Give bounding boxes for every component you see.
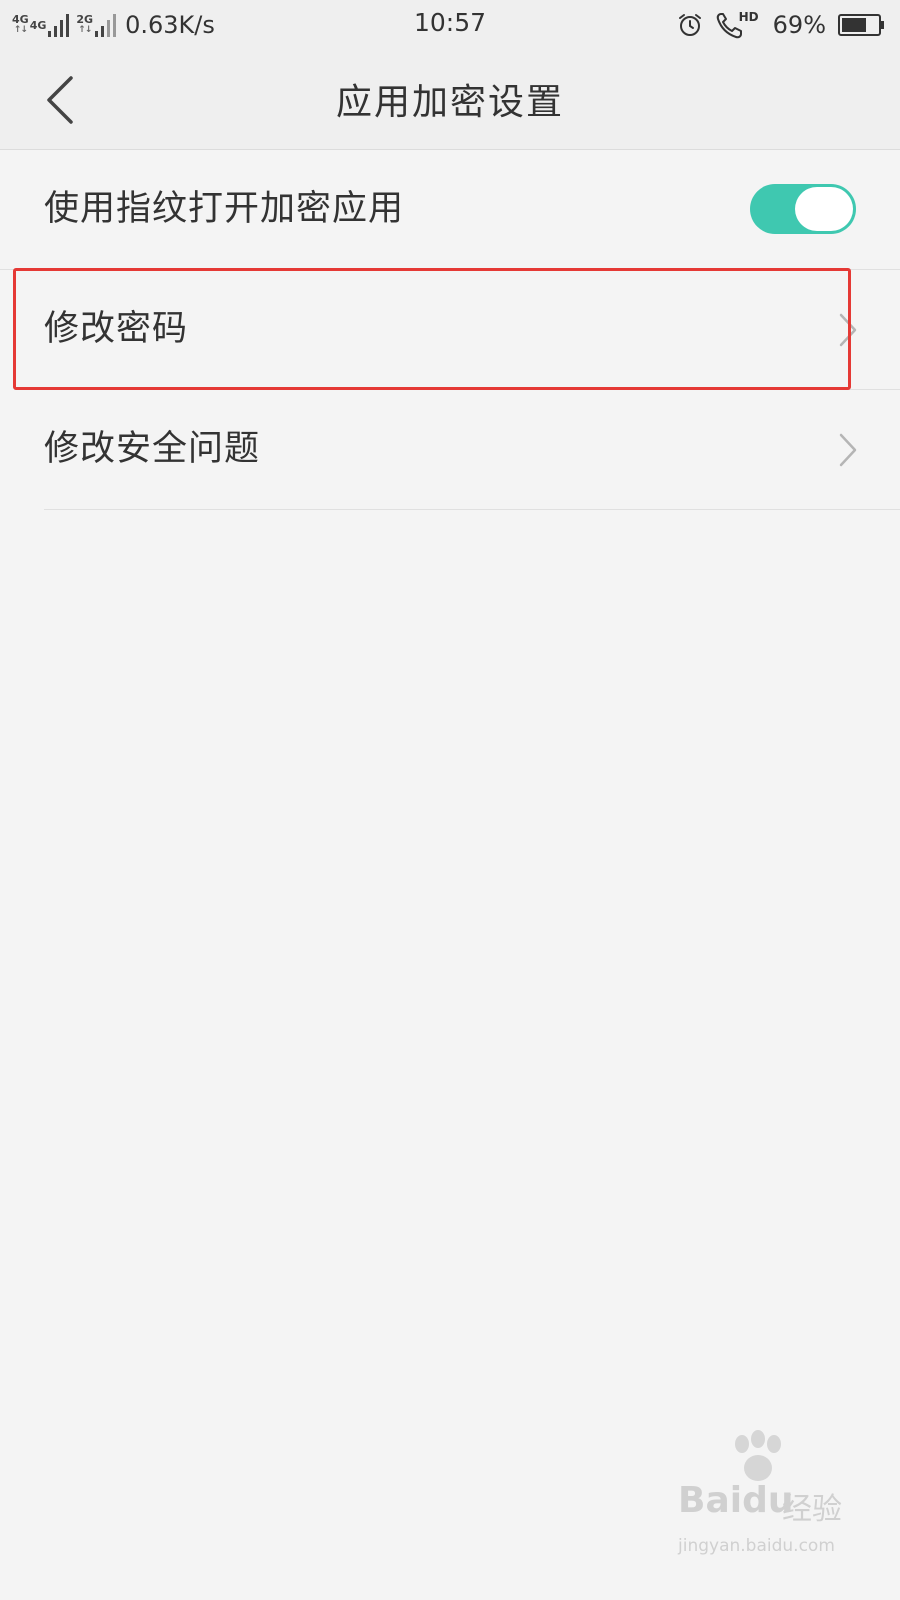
change-password-label: 修改密码 — [44, 309, 189, 349]
watermark-url: jingyan.baidu.com — [678, 1536, 835, 1556]
chevron-right-icon — [839, 433, 857, 467]
page-title: 应用加密设置 — [335, 82, 564, 123]
watermark-brand-cn: 经验 — [782, 1492, 842, 1527]
change-security-question-row[interactable]: 修改安全问题 — [44, 390, 900, 510]
battery-icon — [838, 14, 884, 36]
battery-percent: 69% — [772, 11, 826, 39]
change-password-row[interactable]: 修改密码 — [44, 270, 900, 390]
status-right: HD 69% — [677, 8, 886, 42]
fingerprint-toggle[interactable] — [750, 184, 856, 234]
battery-fill — [842, 18, 866, 32]
toggle-knob — [795, 187, 853, 231]
change-security-question-label: 修改安全问题 — [44, 429, 261, 469]
fingerprint-setting-label: 使用指纹打开加密应用 — [44, 189, 405, 229]
paw-logo-icon — [735, 1430, 781, 1481]
fingerprint-setting-row: 使用指纹打开加密应用 — [0, 150, 900, 270]
alarm-icon — [678, 14, 701, 36]
watermark: Baidu 经验 jingyan.baidu.com — [678, 1430, 878, 1590]
hd-voice-badge: HD — [738, 10, 759, 24]
status-bar: 4G ↑↓ 4G 2G ↑↓ 0.63K/s 10:57 HD 69% — [0, 0, 900, 50]
title-bar: 应用加密设置 — [0, 50, 900, 150]
settings-list: 使用指纹打开加密应用 修改密码 修改安全问题 — [0, 150, 900, 510]
chevron-right-icon — [839, 313, 857, 347]
watermark-brand: Baidu — [678, 1480, 794, 1521]
